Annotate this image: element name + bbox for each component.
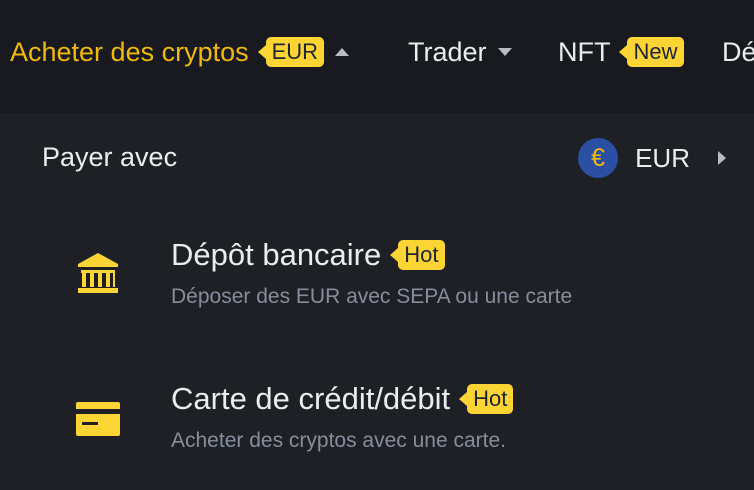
payment-option-card[interactable]: Carte de crédit/débit Hot Acheter des cr… [0,360,754,470]
nav-item-buy-crypto[interactable]: Acheter des cryptos EUR [10,0,350,104]
hot-badge: Hot [390,240,445,270]
chevron-down-icon [497,48,512,56]
currency-badge: EUR [257,37,325,67]
payment-option-title-text: Carte de crédit/débit [171,381,451,416]
new-badge: New [619,37,684,67]
nav-item-nft-label: NFT [558,36,611,67]
payment-option-title-text: Dépôt bancaire [171,237,382,272]
payment-option-description: Acheter des cryptos avec une carte. [171,429,507,452]
payment-option-bank-deposit[interactable]: Dépôt bancaire Hot Déposer des EUR avec … [0,216,754,326]
pay-with-row: Payer avec € EUR [0,113,754,203]
nav-item-nft[interactable]: NFT New [558,0,684,104]
currency-selector[interactable]: € EUR [578,138,726,178]
nav-item-trader[interactable]: Trader [408,0,512,104]
chevron-right-icon [718,151,726,165]
euro-coin-icon: € [578,138,619,178]
nav-item-truncated-label: Dé [722,36,754,67]
payment-option-description: Déposer des EUR avec SEPA ou une carte [171,285,573,308]
hot-badge: Hot [459,384,514,414]
nav-item-trader-label: Trader [408,36,487,67]
payment-option-title: Dépôt bancaire Hot [171,237,445,273]
credit-card-icon [76,402,120,436]
chevron-up-icon [335,48,350,56]
buy-crypto-dropdown-panel: Payer avec € EUR Dépôt bancaire Hot Dépo… [0,113,754,490]
nav-item-truncated[interactable]: Dé [722,0,754,104]
payment-option-title: Carte de crédit/débit Hot [171,381,514,417]
bank-icon [78,253,118,293]
top-navigation: Acheter des cryptos EUR Trader NFT New D… [0,0,754,104]
nav-item-buy-crypto-label: Acheter des cryptos [10,36,249,67]
currency-code: EUR [635,142,690,173]
pay-with-label: Payer avec [42,142,178,172]
